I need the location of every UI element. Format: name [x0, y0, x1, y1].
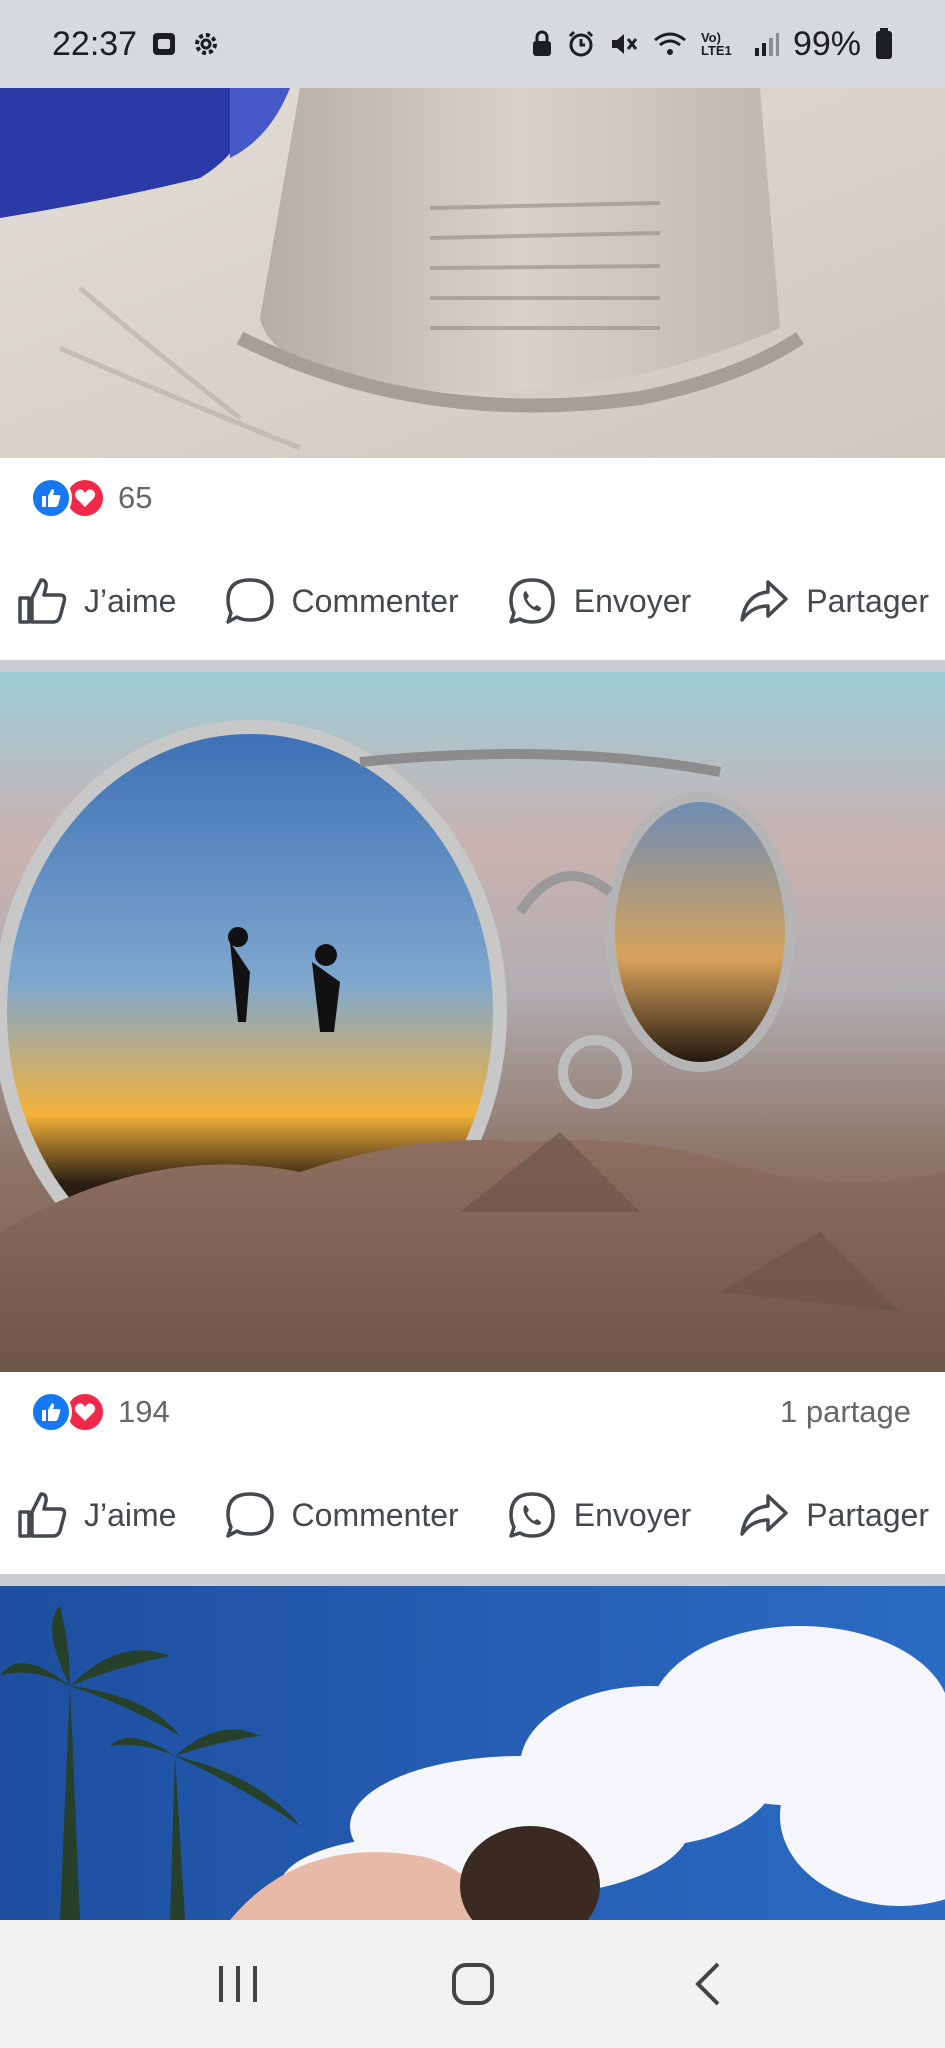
reaction-summary-left: 65 [30, 477, 152, 519]
reaction-count: 194 [118, 1394, 170, 1429]
post-actions: J’aime Commenter Envoyer Partager [0, 556, 945, 646]
status-bar: 22:37 Vo) LTE1 99% [0, 0, 945, 88]
send-button[interactable]: Envoyer [506, 1490, 691, 1540]
share-label: Partager [806, 582, 929, 619]
network-label: Vo) LTE1 [700, 30, 732, 58]
share-arrow-icon [740, 1494, 788, 1536]
comment-icon [225, 1492, 274, 1538]
post-actions: J’aime Commenter Envoyer Partager [0, 1470, 945, 1560]
battery-icon [875, 28, 893, 60]
send-label: Envoyer [573, 1496, 692, 1533]
status-left: 22:37 [52, 25, 221, 64]
send-button[interactable]: Envoyer [506, 576, 691, 626]
like-button[interactable]: J’aime [16, 576, 176, 626]
reaction-icons [30, 1391, 106, 1433]
alarm-icon [567, 30, 595, 58]
reaction-count: 65 [118, 480, 153, 515]
recent-apps-button[interactable] [183, 1939, 293, 2029]
battery-percent: 99% [792, 24, 861, 63]
lock-icon [531, 30, 553, 58]
mute-icon [609, 30, 639, 58]
share-arrow-icon [740, 580, 788, 622]
like-reaction-icon [30, 1391, 72, 1433]
comment-label: Commenter [291, 1496, 459, 1533]
whatsapp-icon [509, 578, 555, 624]
comment-icon [225, 578, 274, 624]
wifi-icon [653, 30, 687, 58]
palm-beach-photo[interactable] [0, 1586, 945, 1920]
home-button[interactable] [418, 1939, 528, 2029]
thumbs-up-icon [18, 1492, 67, 1538]
comment-button[interactable]: Commenter [224, 576, 459, 626]
sand-castle-photo[interactable] [0, 88, 945, 458]
system-nav-bar [0, 1920, 945, 2048]
comment-button[interactable]: Commenter [224, 1490, 459, 1540]
home-icon [451, 1963, 494, 2005]
reaction-summary[interactable]: 194 1 partage [0, 1372, 945, 1452]
share-count[interactable]: 1 partage [780, 1394, 911, 1430]
like-button[interactable]: J’aime [16, 1490, 176, 1540]
reaction-summary-left: 194 [30, 1391, 170, 1433]
like-reaction-icon [30, 477, 72, 519]
clock: 22:37 [52, 24, 138, 63]
whatsapp-icon [509, 1492, 555, 1538]
comment-label: Commenter [291, 582, 459, 619]
settings-icon [191, 29, 221, 59]
post-divider [0, 660, 945, 672]
reaction-icons [30, 477, 106, 519]
share-button[interactable]: Partager [738, 1490, 929, 1540]
like-label: J’aime [84, 582, 177, 619]
thumbs-up-icon [18, 578, 67, 624]
post-divider [0, 1574, 945, 1586]
back-button[interactable] [653, 1939, 763, 2029]
send-label: Envoyer [573, 582, 692, 619]
reaction-summary[interactable]: 65 [0, 458, 945, 538]
share-label: Partager [806, 1496, 929, 1533]
status-right: Vo) LTE1 99% [531, 25, 893, 64]
signal-icon [753, 30, 779, 58]
back-icon [694, 1962, 719, 2006]
screenshot-icon [151, 31, 177, 57]
recent-apps-icon [218, 1966, 257, 2002]
share-button[interactable]: Partager [738, 576, 929, 626]
like-label: J’aime [84, 1496, 177, 1533]
sunglasses-sand-photo[interactable] [0, 672, 945, 1372]
